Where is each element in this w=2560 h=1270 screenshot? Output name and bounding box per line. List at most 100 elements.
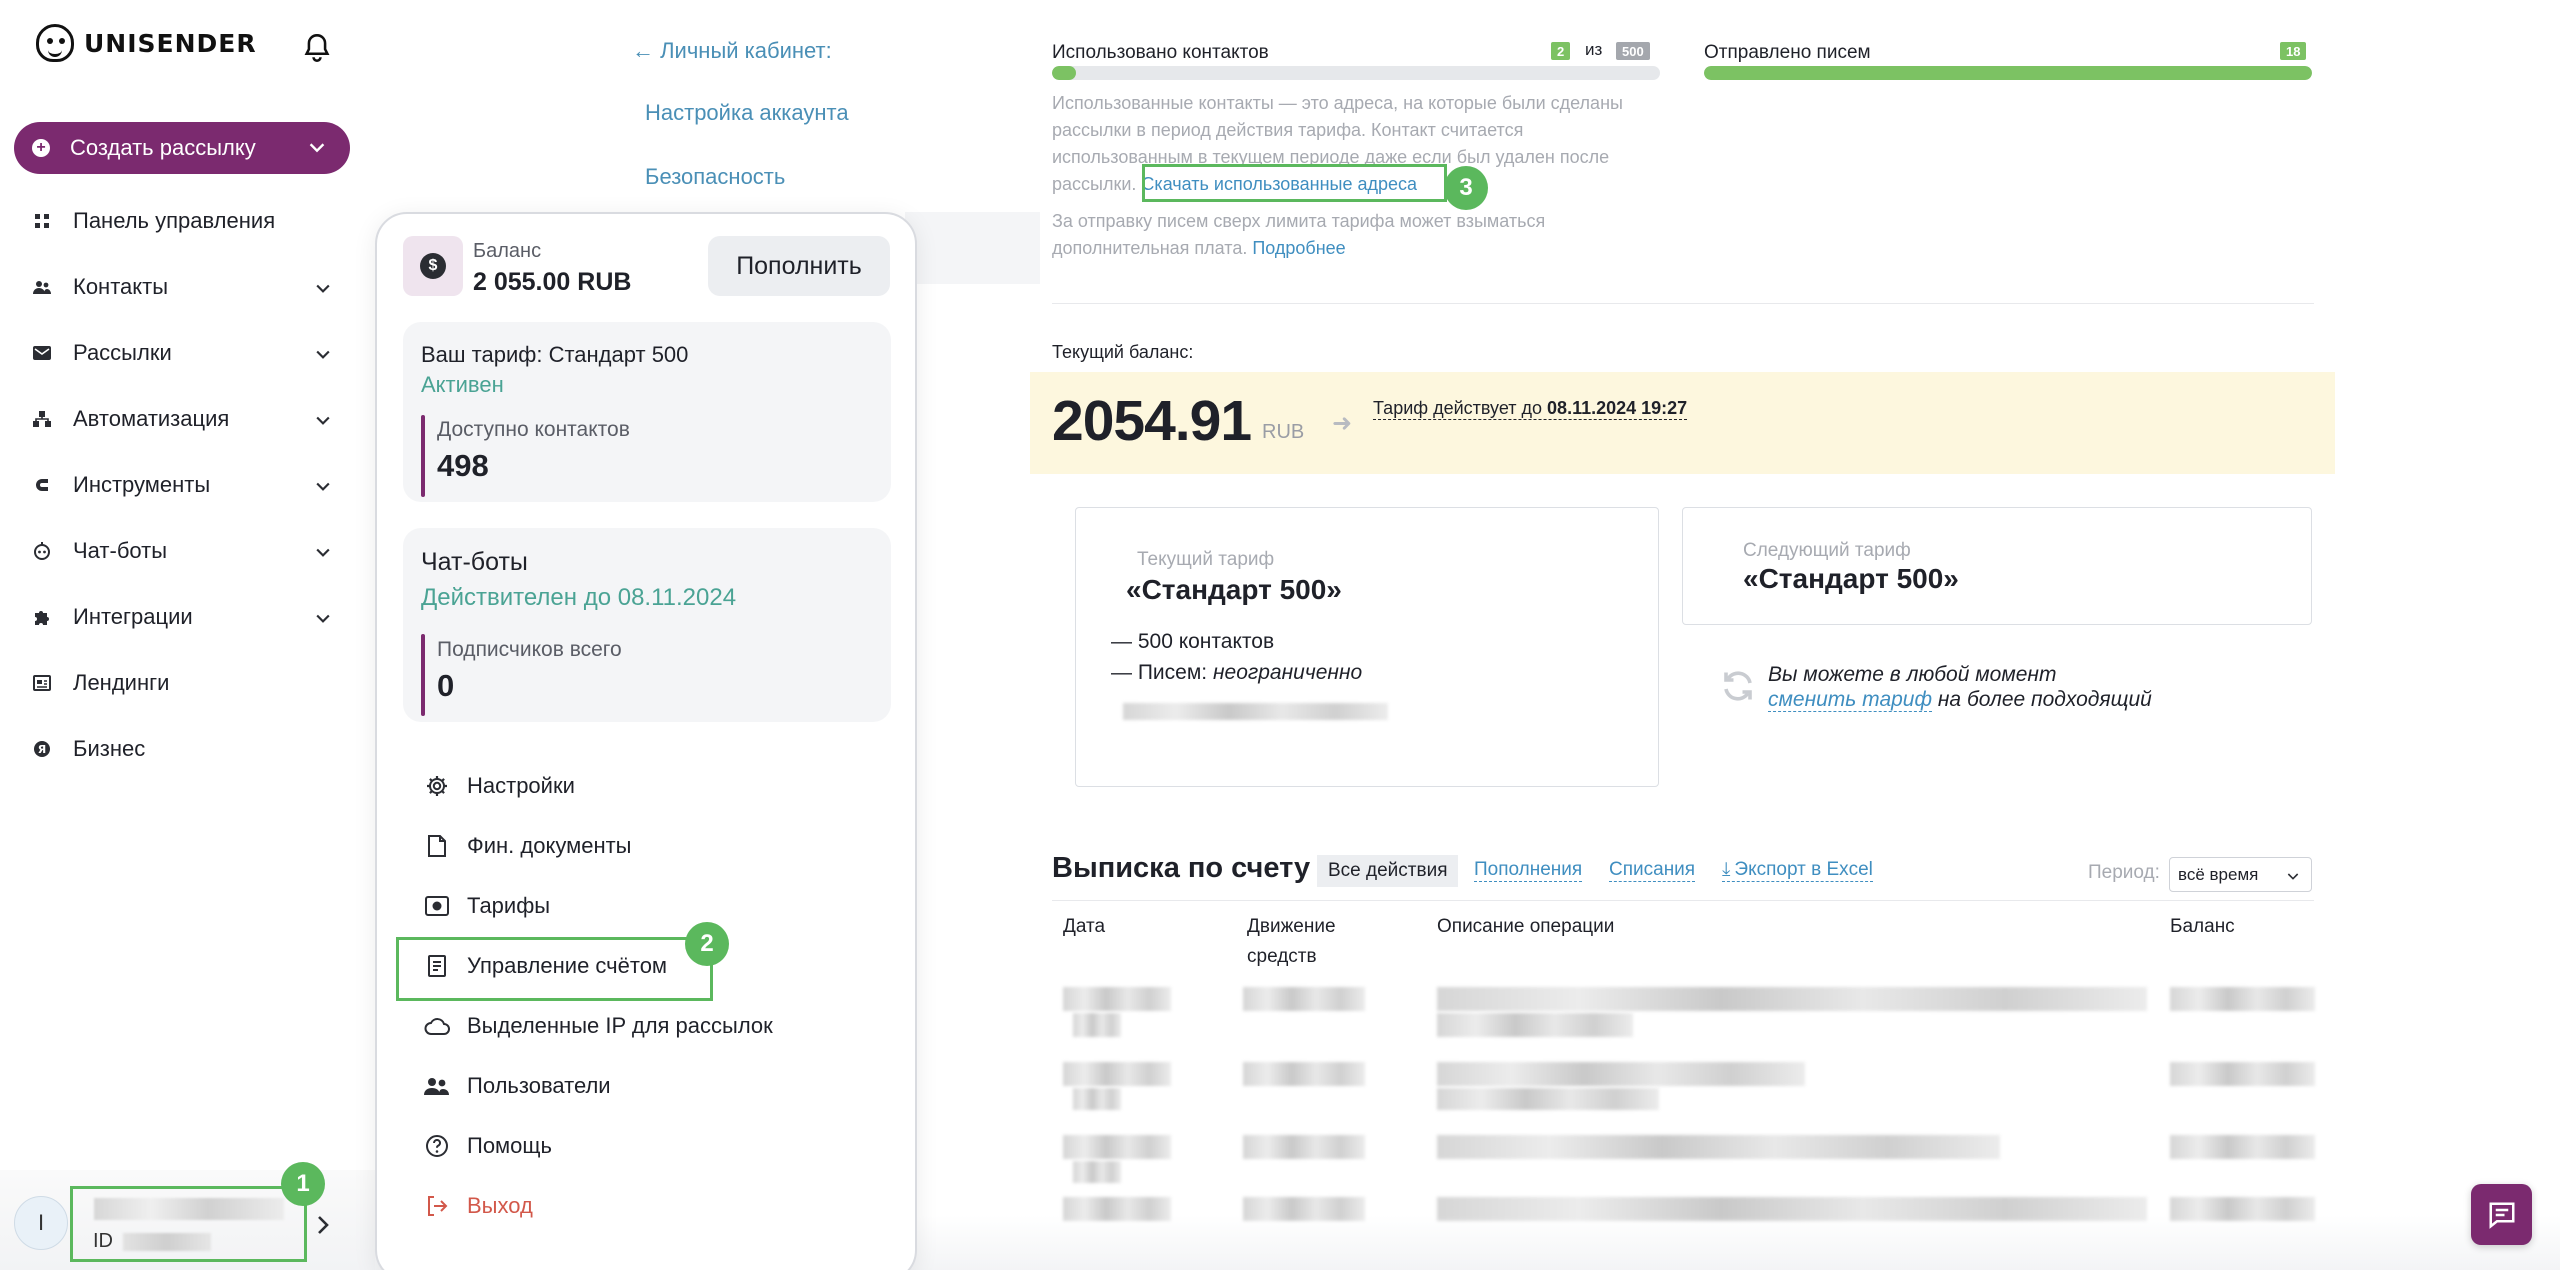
- chat-widget-button[interactable]: [2471, 1184, 2532, 1245]
- create-campaign-button[interactable]: + Создать рассылку: [14, 122, 350, 174]
- sidebar-item-label: Панель управления: [73, 208, 276, 233]
- chevron-down-icon: [2287, 873, 2299, 880]
- chevron-right-icon[interactable]: [315, 1213, 331, 1237]
- refresh-icon: [1724, 671, 1752, 701]
- tab-all-actions[interactable]: Все действия: [1317, 855, 1459, 887]
- balance-icon-tile: $: [403, 236, 463, 296]
- sidebar-item-chatbots[interactable]: Чат-боты: [0, 518, 375, 584]
- step-badge-3: 3: [1444, 166, 1488, 210]
- chevron-down-icon: [316, 284, 330, 293]
- sidebar-item-label: Автоматизация: [73, 406, 230, 431]
- change-tariff-link[interactable]: сменить тариф: [1768, 688, 1933, 712]
- chevron-down-icon: [316, 416, 330, 425]
- account-settings-link[interactable]: Настройка аккаунта: [645, 100, 849, 126]
- letters-progress-bar: [1704, 66, 2312, 80]
- popup-balance-value: 2 055.00 RUB: [473, 268, 632, 296]
- menu-item-label: Фин. документы: [467, 833, 632, 858]
- tab-charges[interactable]: Списания: [1609, 858, 1696, 882]
- blurred-cell: [2170, 1062, 2315, 1086]
- menu-item-help[interactable]: Помощь: [423, 1132, 552, 1160]
- tab-topups[interactable]: Пополнения: [1474, 858, 1583, 882]
- blurred-cell: [2170, 1135, 2315, 1159]
- contacts-used-count: 2: [1551, 42, 1571, 60]
- sidebar-item-tools[interactable]: Инструменты: [0, 452, 375, 518]
- contacts-progress-bar: [1052, 66, 1660, 80]
- letters-sent-label: Отправлено писем: [1704, 42, 1871, 63]
- period-select[interactable]: всё время: [2169, 857, 2312, 892]
- export-label: Экспорт в Excel: [1734, 858, 1873, 880]
- tariff-card[interactable]: Ваш тариф: Стандарт 500 Активен Доступно…: [403, 322, 891, 502]
- sidebar-item-business[interactable]: Я Бизнес: [0, 716, 375, 782]
- blurred-cell: [1063, 987, 1171, 1011]
- blurred-cell: [1243, 1062, 1365, 1086]
- statement-title: Выписка по счету: [1052, 852, 1311, 884]
- sidebar-item-dashboard[interactable]: Панель управления: [0, 188, 375, 254]
- contacts-total-count: 500: [1616, 42, 1650, 60]
- bell-icon[interactable]: [303, 33, 331, 63]
- logo-text: UNISENDER: [84, 28, 257, 58]
- blurred-text: [1123, 703, 1388, 720]
- col-header-movement: Движение средств: [1247, 916, 1336, 967]
- puzzle-icon: [33, 608, 51, 626]
- topup-button[interactable]: Пополнить: [708, 236, 890, 296]
- blurred-cell: [1073, 1013, 1121, 1037]
- automation-icon: [33, 410, 51, 428]
- menu-item-users[interactable]: Пользователи: [423, 1072, 611, 1100]
- sidebar-item-automation[interactable]: Автоматизация: [0, 386, 375, 452]
- menu-item-fin-docs[interactable]: Фин. документы: [423, 832, 631, 860]
- sidebar-item-label: Лендинги: [73, 670, 170, 695]
- highlight-user-card: [70, 1186, 307, 1262]
- letters-prefix: — Писем:: [1111, 661, 1208, 684]
- security-link[interactable]: Безопасность: [645, 164, 785, 190]
- chatbots-title: Чат-боты: [421, 548, 528, 576]
- balance-value: 2054.91: [1052, 389, 1252, 453]
- tariff-title: Ваш тариф: Стандарт 500: [421, 342, 689, 367]
- chatbots-card[interactable]: Чат-боты Действителен до 08.11.2024 Подп…: [403, 528, 891, 722]
- menu-item-tariffs[interactable]: Тарифы: [423, 892, 550, 920]
- extra-fee-note: За отправку писем сверх лимита тарифа мо…: [1052, 208, 1672, 262]
- note-prefix: дополнительная плата.: [1052, 238, 1248, 258]
- sidebar-item-campaigns[interactable]: Рассылки: [0, 320, 375, 386]
- chevron-down-icon: [309, 143, 325, 153]
- chevron-down-icon: [316, 614, 330, 623]
- note-prefix: рассылки.: [1052, 174, 1137, 194]
- blurred-cell: [1063, 1135, 1171, 1159]
- next-tariff-name: «Стандарт 500»: [1743, 563, 1959, 594]
- blurred-cell: [1063, 1062, 1171, 1086]
- menu-item-dedicated-ip[interactable]: Выделенные IP для рассылок: [423, 1012, 773, 1040]
- note-line: Вы можете в любой момент: [1768, 663, 2057, 686]
- blurred-cell: [1437, 1062, 1805, 1086]
- dollar-coin-icon: $: [420, 253, 446, 279]
- tariff-status: Активен: [421, 372, 504, 397]
- menu-item-label: Выделенные IP для рассылок: [467, 1013, 773, 1038]
- period-value: всё время: [2178, 864, 2259, 884]
- avatar[interactable]: I: [14, 1196, 68, 1250]
- export-excel-link[interactable]: ⤓ Экспорт в Excel: [1722, 858, 1873, 882]
- sidebar-item-contacts[interactable]: Контакты: [0, 254, 375, 320]
- menu-item-logout[interactable]: Выход: [423, 1192, 533, 1220]
- logo[interactable]: UNISENDER: [36, 24, 257, 62]
- menu-item-label: Пользователи: [467, 1073, 611, 1098]
- users-icon: [33, 278, 51, 296]
- sidebar-item-landings[interactable]: Лендинги: [0, 650, 375, 716]
- highlight-download-link: [1142, 164, 1447, 202]
- sidebar: UNISENDER + Создать рассылку Панель упра…: [0, 0, 375, 1270]
- current-tariff-letters: — Писем: неограниченно: [1111, 661, 1362, 685]
- sidebar-item-label: Бизнес: [73, 736, 146, 761]
- back-to-account-link[interactable]: ← Личный кабинет:: [632, 38, 832, 64]
- note-line: сменить тариф на более подходящий: [1768, 687, 2152, 712]
- chevron-down-icon: [316, 482, 330, 491]
- svg-text:Я: Я: [38, 743, 46, 756]
- business-icon: Я: [33, 740, 51, 758]
- landing-icon: [33, 674, 51, 692]
- contacts-used-label: Использовано контактов: [1052, 42, 1269, 63]
- balance-currency: RUB: [1262, 421, 1305, 443]
- highlight-account-management: [396, 937, 713, 1001]
- available-contacts-value: 498: [437, 448, 489, 483]
- arrow-right-icon: ➜: [1332, 410, 1353, 437]
- menu-item-settings[interactable]: Настройки: [423, 772, 575, 800]
- blurred-cell: [1073, 1161, 1121, 1183]
- valid-until-prefix: Тариф действует до: [1373, 398, 1543, 418]
- sidebar-item-integrations[interactable]: Интеграции: [0, 584, 375, 650]
- more-info-link[interactable]: Подробнее: [1252, 238, 1345, 258]
